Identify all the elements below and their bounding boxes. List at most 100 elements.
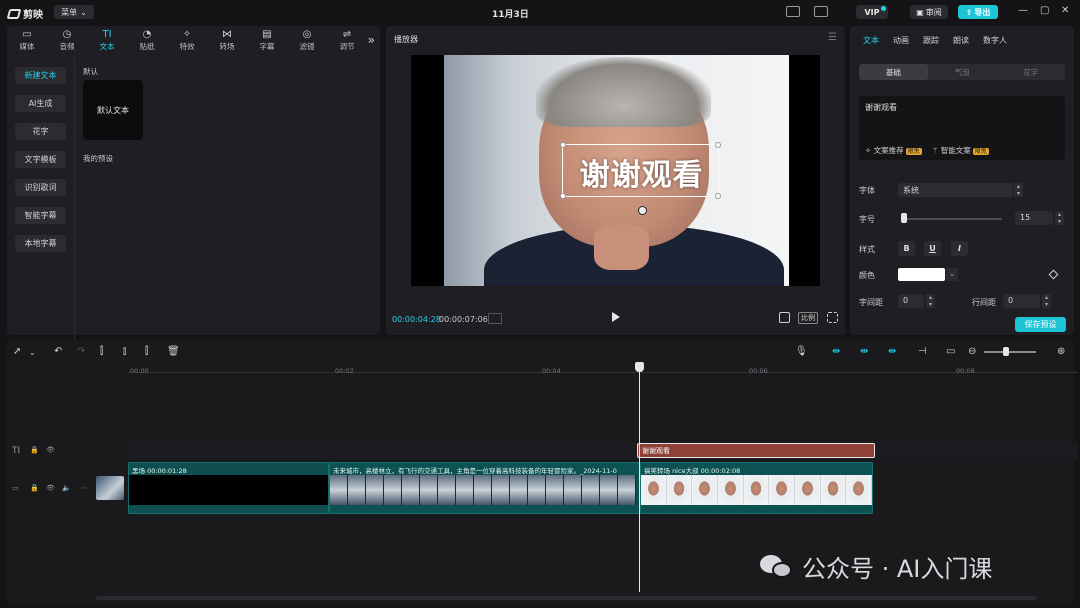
tab-digital-human[interactable]: 数字人 — [978, 26, 1012, 54]
italic-button[interactable]: I — [951, 241, 968, 256]
ratio-button[interactable]: 比例 — [798, 312, 818, 324]
tab-tracking[interactable]: 跟踪 — [918, 26, 944, 54]
fullscreen-icon[interactable] — [827, 312, 838, 323]
eye-icon[interactable]: 👁 — [46, 484, 55, 492]
underline-button[interactable]: U — [924, 241, 941, 256]
maximize-icon[interactable]: ▢ — [1040, 5, 1049, 16]
bold-button[interactable]: B — [898, 241, 915, 256]
keyframe-diamond-icon[interactable] — [1048, 269, 1059, 280]
recommend-copy-button[interactable]: ✧ 文案推荐 限免 — [865, 145, 922, 156]
redo-icon[interactable]: ↷ — [77, 346, 85, 357]
sidebar-item-lyrics[interactable]: 识别歌词 — [15, 179, 66, 196]
microphone-icon[interactable]: 🎙 — [795, 346, 808, 357]
char-spacing-stepper-icon[interactable]: ▴ ▾ — [926, 294, 935, 308]
default-text-card[interactable]: 默认文本 — [83, 80, 143, 140]
color-swatch[interactable] — [898, 268, 945, 281]
cover-thumbnail[interactable] — [96, 476, 124, 500]
screenshot-icon[interactable] — [779, 312, 790, 323]
zoom-in-icon[interactable]: ⊕ — [1057, 346, 1065, 357]
tab-media[interactable]: ▭ 媒体 — [7, 26, 47, 54]
delete-right-icon[interactable]: ⫿ — [145, 346, 148, 357]
size-slider-handle[interactable] — [901, 213, 907, 223]
segment-bubble[interactable]: 气泡 — [928, 64, 997, 80]
review-button[interactable]: ▣ 审阅 — [910, 5, 948, 19]
zoom-slider-handle[interactable] — [1003, 347, 1009, 356]
segment-basic[interactable]: 基础 — [859, 64, 928, 80]
video-clip-black[interactable]: 黑场 00:00:01:28 — [128, 462, 329, 514]
text-clip[interactable]: 谢谢观看 — [637, 443, 875, 458]
pointer-icon[interactable]: ➚ — [13, 346, 21, 357]
speaker-icon[interactable]: 🔈 — [62, 484, 71, 492]
zoom-slider[interactable] — [984, 351, 1036, 353]
horizontal-scrollbar[interactable] — [96, 596, 1036, 600]
sidebar-item-fancy-text[interactable]: 花字 — [15, 123, 66, 140]
link-main-track-icon[interactable]: ⇹ — [832, 346, 840, 357]
tab-audio[interactable]: ◷ 音频 — [47, 26, 87, 54]
lock-icon[interactable]: 🔒 — [30, 484, 39, 492]
undo-icon[interactable]: ↶ — [54, 346, 62, 357]
video-clip-future-city[interactable]: 未来城市，高楼林立，有飞行的交通工具，主角是一位穿着高科技装备的年轻冒险家。_2… — [329, 462, 640, 514]
tab-text-props[interactable]: 文本 — [858, 26, 884, 54]
line-spacing-stepper-icon[interactable]: ▴ ▾ — [1042, 294, 1051, 308]
minimize-icon[interactable]: — — [1018, 5, 1028, 16]
eye-icon[interactable]: 👁 — [46, 446, 55, 454]
text-content-input[interactable]: 谢谢观看 ✧ 文案推荐 限免 ⚚ 智能文案 限免 — [859, 96, 1065, 160]
chevron-down-icon[interactable]: ⌄ — [946, 268, 958, 281]
close-icon[interactable]: ✕ — [1061, 5, 1069, 16]
tab-animation[interactable]: 动画 — [888, 26, 914, 54]
tab-captions[interactable]: ▤ 字幕 — [247, 26, 287, 54]
save-preset-button[interactable]: 保存预设 — [1015, 317, 1066, 332]
preview-axis-icon[interactable]: ⊣ — [918, 346, 927, 357]
menu-button[interactable]: 菜单 ⌄ — [54, 5, 94, 19]
layout-icon[interactable] — [814, 6, 828, 17]
vip-button[interactable]: VIP — [856, 5, 888, 19]
play-icon[interactable] — [612, 312, 620, 322]
segment-fancy[interactable]: 花字 — [996, 64, 1065, 80]
shortcut-icon[interactable] — [786, 6, 800, 17]
playhead[interactable] — [639, 366, 640, 592]
double-chevron-right-icon[interactable]: » — [368, 33, 375, 47]
delete-left-icon[interactable]: ⫾ — [123, 346, 126, 357]
line-spacing-input[interactable]: 0 — [1003, 294, 1040, 308]
menu-icon[interactable]: ☰ — [828, 32, 837, 43]
tab-effects[interactable]: ✧ 特效 — [167, 26, 207, 54]
size-stepper-icon[interactable]: ▴ ▾ — [1055, 211, 1064, 225]
sidebar-item-text-template[interactable]: 文字模板 — [15, 151, 66, 168]
resize-handle[interactable] — [715, 193, 721, 199]
chevron-down-icon[interactable]: ⌄ — [29, 348, 36, 357]
lock-icon[interactable]: 🔒 — [30, 446, 39, 454]
sidebar-item-new-text[interactable]: 新建文本 — [15, 67, 66, 84]
resize-handle[interactable] — [560, 193, 566, 199]
video-clip-funny-transition[interactable]: 搞笑转场 nice大叔 00:00:02:08 — [640, 462, 873, 514]
font-stepper-icon[interactable]: ▴ ▾ — [1014, 183, 1023, 197]
smart-copy-button[interactable]: ⚚ 智能文案 限免 — [932, 145, 989, 156]
tab-read-aloud[interactable]: 朗读 — [948, 26, 974, 54]
tab-transition[interactable]: ⋈ 转场 — [207, 26, 247, 54]
size-slider[interactable] — [902, 218, 1002, 220]
more-icon[interactable]: ⋯ — [80, 484, 87, 492]
timecode-grid-icon[interactable] — [488, 313, 502, 324]
font-select[interactable]: 系统 — [898, 183, 1013, 197]
tab-filters[interactable]: ◎ 滤镜 — [287, 26, 327, 54]
resize-handle[interactable] — [560, 142, 566, 148]
auto-snap-icon[interactable]: ⇹ — [860, 346, 868, 357]
size-input[interactable]: 15 — [1015, 211, 1053, 225]
trash-icon[interactable]: 🗑 — [167, 346, 180, 357]
zoom-out-icon[interactable]: ⊖ — [968, 346, 976, 357]
export-button[interactable]: ⇪ 导出 — [958, 5, 998, 19]
resize-handle[interactable] — [715, 142, 721, 148]
split-icon[interactable]: ⫿ — [100, 346, 103, 357]
video-preview[interactable]: 谢谢观看 — [411, 55, 820, 286]
sidebar-item-local-captions[interactable]: 本地字幕 — [15, 235, 66, 252]
tab-text[interactable]: TI 文本 — [87, 26, 127, 54]
rotate-handle-icon[interactable] — [638, 206, 647, 215]
tab-adjust[interactable]: ⇌ 调节 — [327, 26, 367, 54]
timeline-ruler[interactable]: 00:00 00:02 00:04 00:06 00:08 — [128, 363, 1078, 375]
fullscreen-timeline-icon[interactable]: ▭ — [946, 346, 955, 357]
sidebar-item-ai-generate[interactable]: AI生成 — [15, 95, 66, 112]
text-selection-box[interactable]: 谢谢观看 — [560, 142, 721, 199]
char-spacing-input[interactable]: 0 — [898, 294, 924, 308]
tab-sticker[interactable]: ◔ 贴纸 — [127, 26, 167, 54]
playhead-handle[interactable] — [635, 362, 644, 372]
linkage-icon[interactable]: ⇹ — [888, 346, 896, 357]
